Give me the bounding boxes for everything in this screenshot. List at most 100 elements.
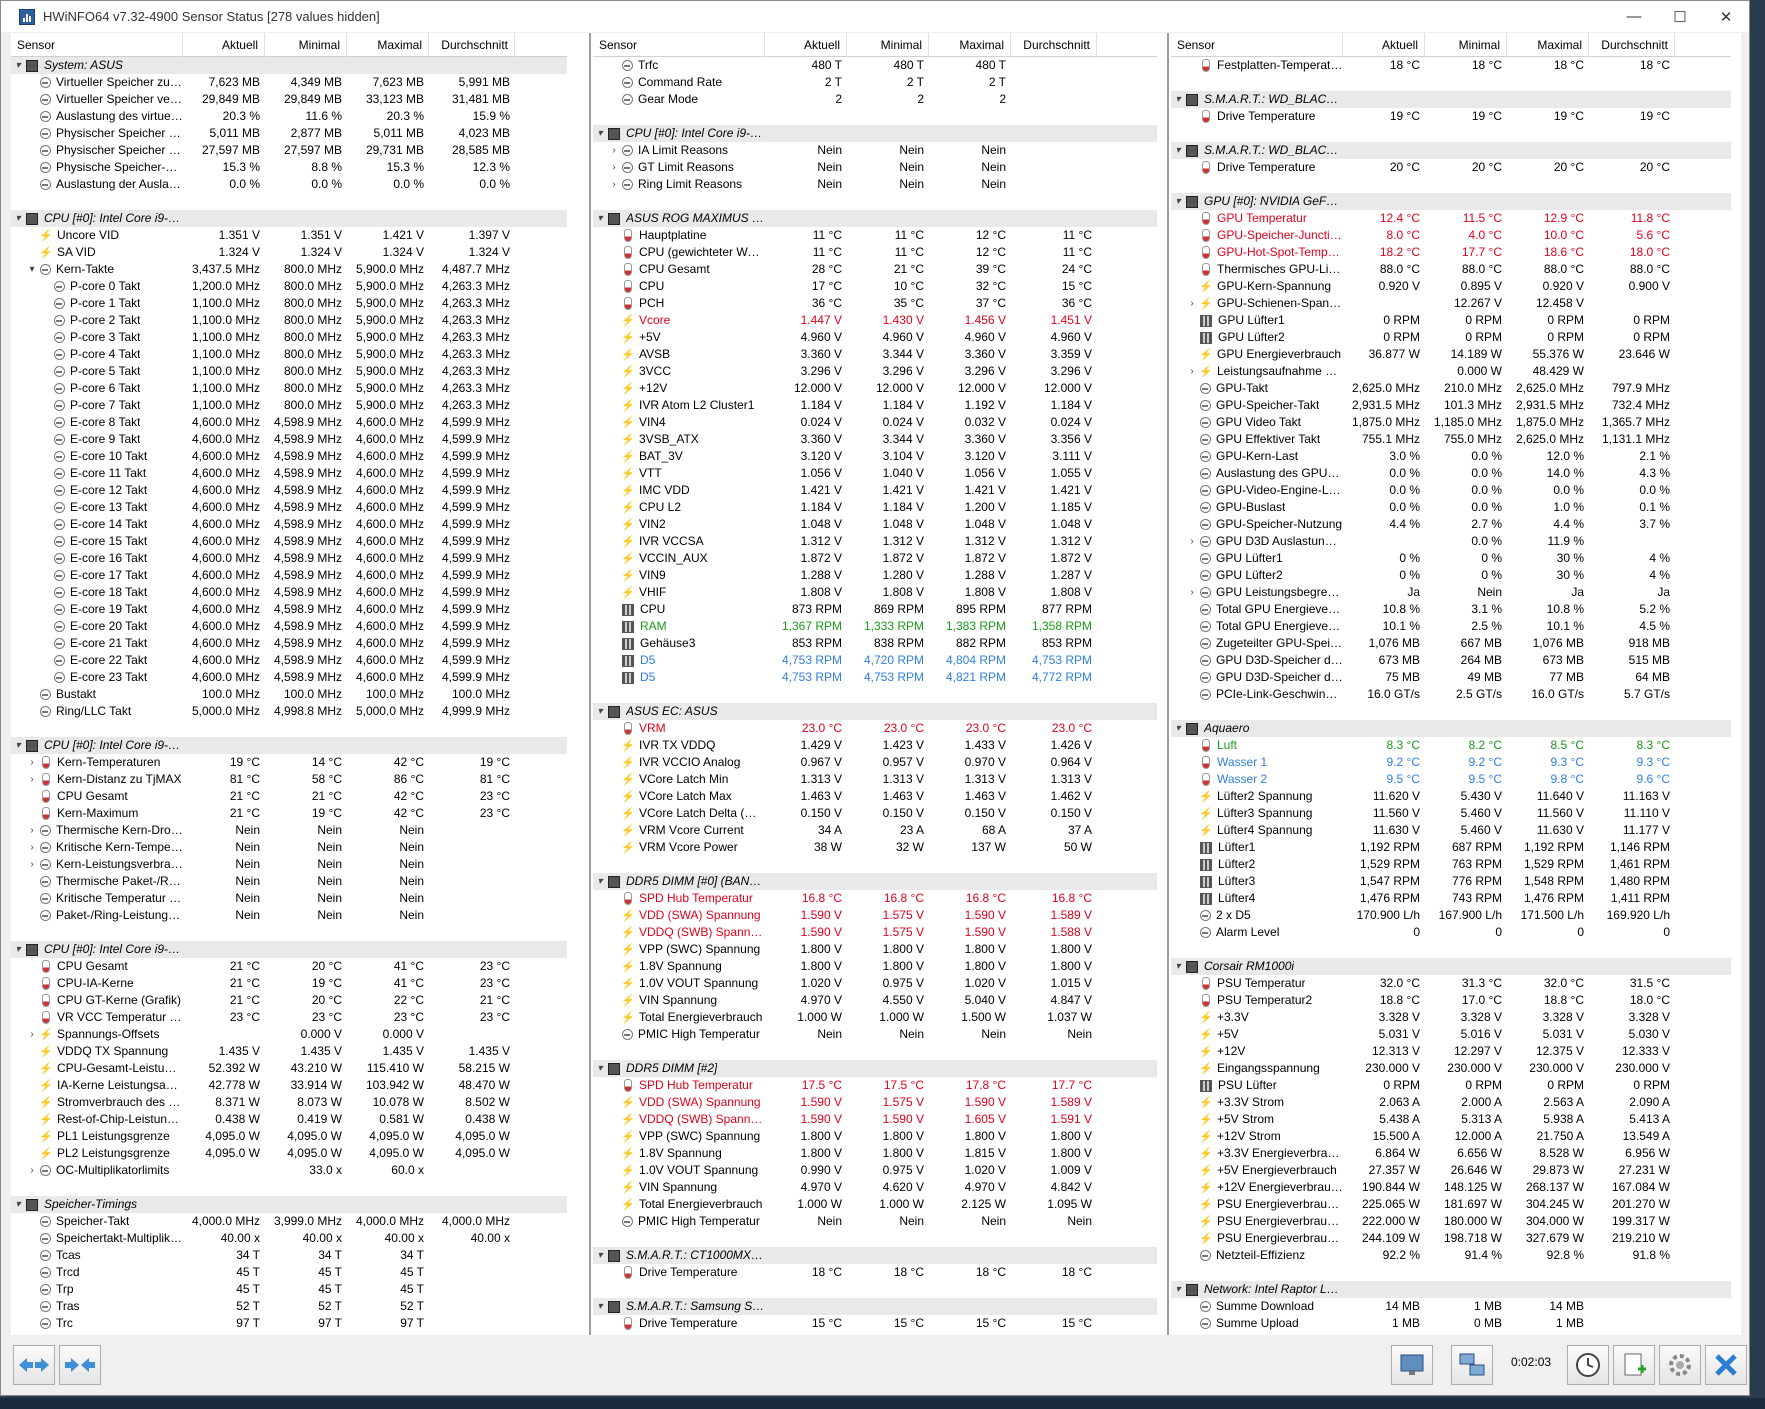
sensor-row[interactable]: CPU 873 RPM 869 RPM 895 RPM 877 RPM — [593, 601, 1157, 618]
sensor-group-header[interactable]: ▾ Corsair RM1000i — [1171, 958, 1731, 975]
sensor-row[interactable]: ⚡ VCCIN_AUX 1.872 V 1.872 V 1.872 V 1.872 V — [593, 550, 1157, 567]
sensor-row[interactable]: ⚡ VPP (SWC) Spannung 1.800 V 1.800 V 1.800 V… — [593, 941, 1157, 958]
sensor-group-header[interactable]: ▾ ASUS EC: ASUS — [593, 703, 1157, 720]
collapse-toggle-icon[interactable]: ▾ — [1171, 958, 1185, 975]
sensor-row[interactable]: GPU D3D-Speicher dynami...75 MB49 MB77 M… — [1171, 669, 1731, 686]
sensor-row[interactable]: Hauptplatine 11 °C 11 °C 12 °C 11 °C — [593, 227, 1157, 244]
collapse-toggle-icon[interactable]: ▾ — [593, 125, 607, 142]
sensor-row[interactable]: › ⚡ GPU-Schienen-Spannu... 12.267 V 12.458 V — [1171, 295, 1731, 312]
sensor-row[interactable]: Netzteil-Effizienz 92.2 % 91.4 % 92.8 % 91.8… — [1171, 1247, 1731, 1264]
sensor-row[interactable]: Festplatten-Temperatur 2 18 °C 18 °C 18 °C 1… — [1171, 57, 1731, 74]
sensor-row[interactable]: Drive Temperature 18 °C 18 °C 18 °C 18 °C — [593, 1264, 1157, 1281]
sensor-row[interactable]: › IA Limit Reasons Nein Nein Nein — [593, 142, 1157, 159]
sensor-row[interactable]: Total GPU Energieverbrau...10.8 %3.1 %10… — [1171, 601, 1731, 618]
sensor-row[interactable]: ⚡ VRM Vcore Current 34 A 23 A 68 A 37 A — [593, 822, 1157, 839]
sensor-row[interactable]: › GPU Leistungsbegrenzer Ja Nein Ja Ja — [1171, 584, 1731, 601]
sensor-row[interactable]: Speichertakt-Multiplikator 40.00 x 40.00 x… — [11, 1230, 567, 1247]
column-header-durchschnitt[interactable]: Durchschnitt — [429, 33, 515, 57]
sensor-pane-1[interactable]: Sensor Aktuell Minimal Maximal Durchschnitt ▾… — [11, 33, 567, 1335]
sensor-group-header[interactable]: ▾ S.M.A.R.T.: CT1000MX50... — [593, 1247, 1157, 1264]
sensor-group-header[interactable]: ▾ DDR5 DIMM [#2] — [593, 1060, 1157, 1077]
sensor-row[interactable]: ⚡ VRM Vcore Power 38 W 32 W 137 W 50 W — [593, 839, 1157, 856]
sensor-row[interactable]: ⚡ VIN Spannung 4.970 V 4.620 V 4.970 V 4.842 … — [593, 1179, 1157, 1196]
sensor-row[interactable]: Command Rate 2 T2 T2 T — [593, 74, 1157, 91]
collapse-toggle-icon[interactable]: ▾ — [1171, 142, 1185, 159]
sensor-row[interactable]: ⚡ VIN9 1.288 V 1.280 V 1.288 V 1.287 V — [593, 567, 1157, 584]
expand-toggle-icon[interactable]: › — [607, 176, 621, 193]
sensor-row[interactable]: ⚡ +12V Energieverbrauch 190.844 W 148.125 W… — [1171, 1179, 1731, 1196]
collapse-toggle-icon[interactable]: ▾ — [1171, 91, 1185, 108]
sensor-group-header[interactable]: ▾ CPU [#0]: Intel Core i9-13... — [11, 210, 567, 227]
sensor-row[interactable]: Summe Download 14 MB 1 MB 14 MB — [1171, 1298, 1731, 1315]
sensor-row[interactable]: Lüfter1 1,192 RPM 687 RPM 1,192 RPM 1,146 RP… — [1171, 839, 1731, 856]
sensor-row[interactable]: ⚡ CPU L2 1.184 V 1.184 V 1.200 V 1.185 V — [593, 499, 1157, 516]
sensor-row[interactable]: ⚡ +3.3V Strom 2.063 A 2.000 A 2.563 A 2.090 A — [1171, 1094, 1731, 1111]
sensor-row[interactable]: E-core 18 Takt 4,600.0 MHz 4,598.9 MHz 4,60… — [11, 584, 567, 601]
sensor-row[interactable]: RAM 1,367 RPM 1,333 RPM 1,383 RPM 1,358 RPM — [593, 618, 1157, 635]
collapse-toggle-icon[interactable]: ▾ — [11, 737, 25, 754]
sensor-group-header[interactable]: ▾ DDR5 DIMM [#0] (BANK 0... — [593, 873, 1157, 890]
sensor-row[interactable]: PCH 36 °C 35 °C 37 °C 36 °C — [593, 295, 1157, 312]
sensor-row[interactable]: Tras 52 T 52 T 52 T — [11, 1298, 567, 1315]
column-header-sensor[interactable]: Sensor — [11, 33, 183, 57]
monitor-network-button[interactable] — [1391, 1345, 1433, 1385]
sensor-row[interactable]: ⚡ Total Energieverbrauch 1.000 W 1.000 W 2.1… — [593, 1196, 1157, 1213]
expand-toggle-icon[interactable]: › — [25, 771, 39, 788]
sensor-row[interactable]: GPU Lüfter2 0 RPM 0 RPM 0 RPM 0 RPM — [1171, 329, 1731, 346]
sensor-row[interactable]: ⚡ 3VSB_ATX 3.360 V 3.344 V 3.360 V 3.356 V — [593, 431, 1157, 448]
maximize-button[interactable]: ☐ — [1657, 1, 1703, 32]
sensor-row[interactable]: Trcd 45 T 45 T 45 T — [11, 1264, 567, 1281]
sensor-row[interactable]: ⚡ +5V 4.960 V 4.960 V 4.960 V 4.960 V — [593, 329, 1157, 346]
sensor-row[interactable]: GPU-Buslast 0.0 % 0.0 % 1.0 % 0.1 % — [1171, 499, 1731, 516]
sensor-row[interactable]: ⚡ 1.0V VOUT Spannung 1.020 V 0.975 V 1.020 V… — [593, 975, 1157, 992]
sensor-row[interactable]: ⚡ Vcore 1.447 V 1.430 V 1.456 V 1.451 V — [593, 312, 1157, 329]
expand-toggle-icon[interactable]: › — [25, 856, 39, 873]
sensor-group-header[interactable]: ▾ S.M.A.R.T.: WD_BLACK S... — [1171, 142, 1731, 159]
sensor-row[interactable]: P-core 0 Takt 1,200.0 MHz 800.0 MHz 5,900.0… — [11, 278, 567, 295]
sensor-row[interactable]: ⚡ IVR VCCSA 1.312 V 1.312 V 1.312 V 1.312 V — [593, 533, 1157, 550]
close-window-button[interactable]: ✕ — [1703, 1, 1749, 32]
sensor-row[interactable]: › GT Limit Reasons Nein Nein Nein — [593, 159, 1157, 176]
column-header-minimal[interactable]: Minimal — [1425, 33, 1507, 57]
sensor-row[interactable]: ⚡VCore Latch Delta (Max-Min)0.150 V0.150… — [593, 805, 1157, 822]
sensor-group-header[interactable]: ▾ CPU [#0]: Intel Core i9-13... — [593, 125, 1157, 142]
sensor-row[interactable]: Virtueller Speicher verfügbar29,849 MB29… — [11, 91, 567, 108]
sensor-row[interactable]: ⚡ +5V 5.031 V 5.016 V 5.031 V 5.030 V — [1171, 1026, 1731, 1043]
sensor-row[interactable]: ⚡ +12V Strom 15.500 A 12.000 A 21.750 A 13.54… — [1171, 1128, 1731, 1145]
sensor-row[interactable]: ⚡ Lüfter3 Spannung 11.560 V 5.460 V 11.560 V… — [1171, 805, 1731, 822]
sensor-row[interactable]: P-core 7 Takt 1,100.0 MHz 800.0 MHz 5,900.0… — [11, 397, 567, 414]
sensor-row[interactable]: Auslastung der Auslageru...0.0 %0.0 %0.0… — [11, 176, 567, 193]
expand-toggle-icon[interactable]: › — [1185, 584, 1199, 601]
sensor-row[interactable]: ⚡IA-Kerne Leistungsaufnahme42.778 W33.91… — [11, 1077, 567, 1094]
sensor-row[interactable]: Alarm Level 0 0 0 0 — [1171, 924, 1731, 941]
sensor-row[interactable]: Trc 97 T 97 T 97 T — [11, 1315, 567, 1332]
sensor-row[interactable]: D5 4,753 RPM 4,753 RPM 4,821 RPM 4,772 RPM — [593, 669, 1157, 686]
sensor-row[interactable]: Trfc 480 T 480 T 480 T — [593, 57, 1157, 74]
sensor-row[interactable]: PSU Temperatur2 18.8 °C 17.0 °C 18.8 °C 18.0… — [1171, 992, 1731, 1009]
sensor-row[interactable]: ⚡ VIN Spannung 4.970 V 4.550 V 5.040 V 4.847 … — [593, 992, 1157, 1009]
sensor-row[interactable]: ⚡ +3.3V 3.328 V 3.328 V 3.328 V 3.328 V — [1171, 1009, 1731, 1026]
sensor-group-header[interactable]: ▾ Aquaero — [1171, 720, 1731, 737]
collapse-toggle-icon[interactable]: ▾ — [593, 1247, 607, 1264]
sensor-row[interactable]: GPU Effektiver Takt 755.1 MHz 755.0 MHz 2,6… — [1171, 431, 1731, 448]
column-header-aktuell[interactable]: Aktuell — [183, 33, 265, 57]
clock-reset-button[interactable] — [1567, 1345, 1609, 1385]
sensor-row[interactable]: Virtueller Speicher zugewi...7,623 MB4,3… — [11, 74, 567, 91]
sensor-row[interactable]: ⚡ GPU Energieverbrauch 36.877 W 14.189 W 55.… — [1171, 346, 1731, 363]
sensor-row[interactable]: ⚡ VTT 1.056 V 1.040 V 1.056 V 1.055 V — [593, 465, 1157, 482]
sensor-row[interactable]: Ring/LLC Takt 5,000.0 MHz 4,998.8 MHz 5,000… — [11, 703, 567, 720]
expand-toggle-icon[interactable]: › — [1185, 363, 1199, 380]
sensor-row[interactable]: Drive Temperature 19 °C 19 °C 19 °C 19 °C — [1171, 108, 1731, 125]
sensor-row[interactable]: › Kern-Temperaturen 19 °C 14 °C 42 °C 19 °C — [11, 754, 567, 771]
sensor-row[interactable]: Trp 45 T 45 T 45 T — [11, 1281, 567, 1298]
sensor-row[interactable]: E-core 8 Takt 4,600.0 MHz 4,598.9 MHz 4,600… — [11, 414, 567, 431]
sensor-row[interactable]: GPU Lüfter1 0 % 0 % 30 % 4 % — [1171, 550, 1731, 567]
sensor-row[interactable]: ⚡ SA VID 1.324 V 1.324 V 1.324 V 1.324 V — [11, 244, 567, 261]
sensor-row[interactable]: Gear Mode 2 2 2 — [593, 91, 1157, 108]
add-report-button[interactable] — [1613, 1345, 1655, 1385]
sensor-row[interactable]: Total GPU Energieverbrau...10.1 %2.5 %10… — [1171, 618, 1731, 635]
collapse-toggle-icon[interactable]: ▾ — [11, 941, 25, 958]
sensor-row[interactable]: Wasser 2 9.5 °C 9.5 °C 9.8 °C 9.6 °C — [1171, 771, 1731, 788]
sensor-row[interactable]: Bustakt 100.0 MHz 100.0 MHz 100.0 MHz 100.0 … — [11, 686, 567, 703]
collapse-toggle-icon[interactable]: ▾ — [1171, 720, 1185, 737]
